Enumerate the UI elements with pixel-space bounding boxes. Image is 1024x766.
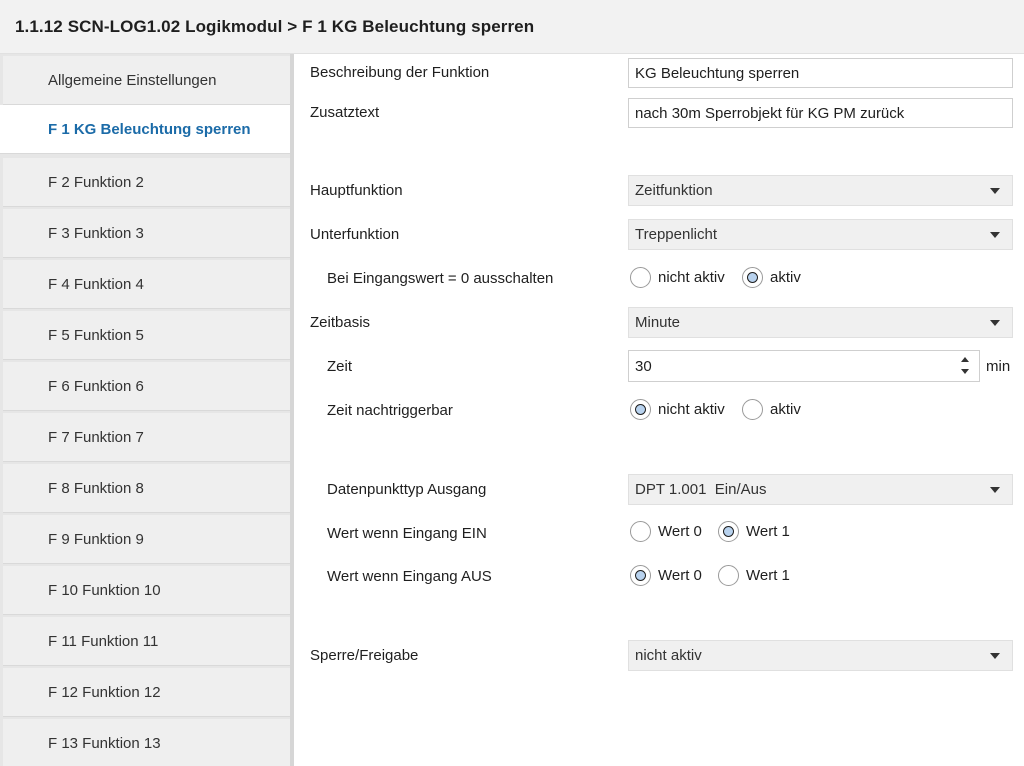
zeitbasis-label: Zeitbasis <box>310 314 371 331</box>
radio-on-icon <box>630 399 651 420</box>
zeitbasis-value: Minute <box>635 314 681 331</box>
radio-label: Wert 0 <box>658 523 702 540</box>
radio-off-icon <box>742 399 763 420</box>
sidebar-item-allgemeine-einstellungen[interactable]: Allgemeine Einstellungen <box>3 56 290 105</box>
chevron-down-icon <box>990 320 1000 326</box>
datenpunkttyp-label: Datenpunkttyp Ausgang <box>327 481 487 498</box>
sidebar-item-f9[interactable]: F 9 Funktion 9 <box>3 515 290 564</box>
sidebar-item-f13[interactable]: F 13 Funktion 13 <box>3 719 290 766</box>
sidebar-item-f7[interactable]: F 7 Funktion 7 <box>3 413 290 462</box>
zeit-stepper[interactable]: 30 <box>628 350 980 382</box>
beschreibung-label: Beschreibung der Funktion <box>310 64 490 81</box>
sidebar-item-f3[interactable]: F 3 Funktion 3 <box>3 209 290 258</box>
bei-eingangswert-label: Bei Eingangswert = 0 ausschalten <box>327 270 554 287</box>
zeit-value: 30 <box>635 357 652 375</box>
radio-label: nicht aktiv <box>658 269 725 286</box>
sidebar-item-f4[interactable]: F 4 Funktion 4 <box>3 260 290 309</box>
radio-label: aktiv <box>770 269 801 286</box>
chevron-down-icon <box>990 232 1000 238</box>
hauptfunktion-value: Zeitfunktion <box>635 182 713 199</box>
sidebar-item-f10[interactable]: F 10 Funktion 10 <box>3 566 290 615</box>
nachtriggerbar-radio-nicht-aktiv[interactable]: nicht aktiv <box>630 399 725 420</box>
wert-ein-radio-0[interactable]: Wert 0 <box>630 521 702 542</box>
radio-on-icon <box>718 521 739 542</box>
unterfunktion-value: Treppenlicht <box>635 226 717 243</box>
wert-aus-label: Wert wenn Eingang AUS <box>327 568 492 585</box>
wert-aus-radio-0[interactable]: Wert 0 <box>630 565 702 586</box>
radio-off-icon <box>630 521 651 542</box>
zeitbasis-select[interactable]: Minute <box>628 307 1013 338</box>
sidebar-item-f1[interactable]: F 1 KG Beleuchtung sperren <box>0 105 294 154</box>
sperre-freigabe-select[interactable]: nicht aktiv <box>628 640 1013 671</box>
nachtriggerbar-label: Zeit nachtriggerbar <box>327 402 453 419</box>
zeit-label: Zeit <box>327 358 353 375</box>
sidebar-item-f12[interactable]: F 12 Funktion 12 <box>3 668 290 717</box>
wert-ein-radio-1[interactable]: Wert 1 <box>718 521 790 542</box>
chevron-down-icon <box>990 487 1000 493</box>
sidebar-splitter[interactable] <box>290 54 294 766</box>
radio-off-icon <box>718 565 739 586</box>
chevron-down-icon <box>990 653 1000 659</box>
sperre-freigabe-label: Sperre/Freigabe <box>310 647 419 664</box>
datenpunkttyp-select[interactable]: DPT 1.001 Ein/Aus <box>628 474 1013 505</box>
datenpunkttyp-value: DPT 1.001 Ein/Aus <box>635 481 767 498</box>
zusatztext-input[interactable] <box>628 98 1013 128</box>
stepper-up-icon[interactable] <box>961 357 969 362</box>
wert-ein-label: Wert wenn Eingang EIN <box>327 525 487 542</box>
hauptfunktion-label: Hauptfunktion <box>310 182 403 199</box>
window-title: 1.1.12 SCN-LOG1.02 Logikmodul > F 1 KG B… <box>0 0 1024 54</box>
hauptfunktion-select[interactable]: Zeitfunktion <box>628 175 1013 206</box>
unterfunktion-select[interactable]: Treppenlicht <box>628 219 1013 250</box>
radio-label: Wert 1 <box>746 567 790 584</box>
radio-off-icon <box>630 267 651 288</box>
radio-label: aktiv <box>770 401 801 418</box>
chevron-down-icon <box>990 188 1000 194</box>
sidebar-item-f5[interactable]: F 5 Funktion 5 <box>3 311 290 360</box>
sidebar-item-f8[interactable]: F 8 Funktion 8 <box>3 464 290 513</box>
sperre-freigabe-value: nicht aktiv <box>635 647 702 664</box>
zusatztext-label: Zusatztext <box>310 104 380 121</box>
radio-on-icon <box>742 267 763 288</box>
radio-label: Wert 1 <box>746 523 790 540</box>
wert-aus-radio-1[interactable]: Wert 1 <box>718 565 790 586</box>
sidebar-item-f6[interactable]: F 6 Funktion 6 <box>3 362 290 411</box>
radio-label: nicht aktiv <box>658 401 725 418</box>
radio-label: Wert 0 <box>658 567 702 584</box>
stepper-arrows[interactable] <box>961 355 971 377</box>
sidebar: Allgemeine Einstellungen F 1 KG Beleucht… <box>0 54 294 766</box>
bei-eingangswert-radio-nicht-aktiv[interactable]: nicht aktiv <box>630 267 725 288</box>
zeit-unit: min <box>986 358 1011 375</box>
radio-on-icon <box>630 565 651 586</box>
bei-eingangswert-radio-aktiv[interactable]: aktiv <box>742 267 801 288</box>
sidebar-item-f11[interactable]: F 11 Funktion 11 <box>3 617 290 666</box>
sidebar-item-f2[interactable]: F 2 Funktion 2 <box>3 158 290 207</box>
stepper-down-icon[interactable] <box>961 369 969 374</box>
nachtriggerbar-radio-aktiv[interactable]: aktiv <box>742 399 801 420</box>
beschreibung-input[interactable] <box>628 58 1013 88</box>
unterfunktion-label: Unterfunktion <box>310 226 400 243</box>
